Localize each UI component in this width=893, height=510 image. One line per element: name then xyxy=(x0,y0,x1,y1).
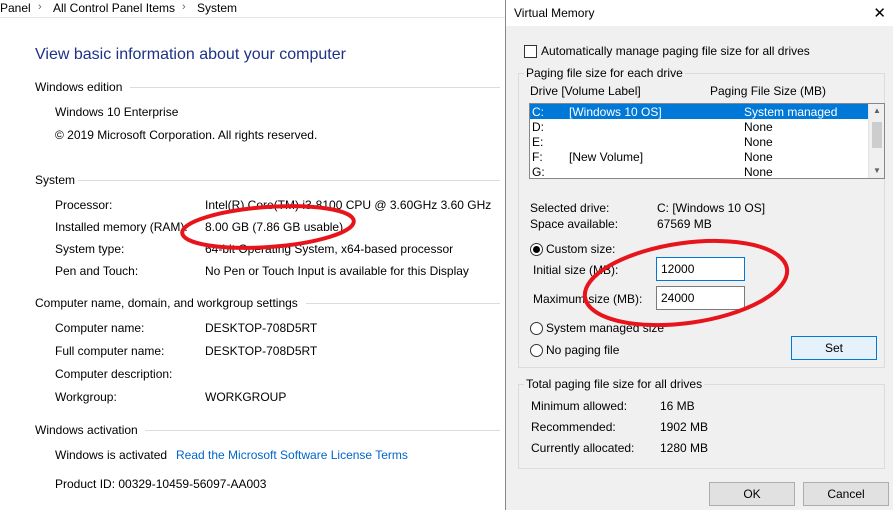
scroll-down-icon[interactable]: ▼ xyxy=(869,164,884,178)
installed-memory-value: 8.00 GB (7.86 GB usable) xyxy=(205,220,344,234)
drive-letter: E: xyxy=(532,135,544,149)
drive-paging-size: System managed xyxy=(744,105,838,119)
breadcrumb: Panel › All Control Panel Items › System xyxy=(0,0,506,18)
space-available-value: 67569 MB xyxy=(657,217,712,231)
activation-status: Windows is activated xyxy=(55,448,168,462)
drive-letter: D: xyxy=(532,120,544,134)
space-available-label: Space available: xyxy=(530,217,619,231)
dialog-title-bar: Virtual Memory ✕ xyxy=(506,0,893,26)
drive-list-scrollbar[interactable]: ▲ ▼ xyxy=(868,104,884,178)
workgroup-label: Workgroup: xyxy=(55,390,117,404)
computer-name-value: DESKTOP-708D5RT xyxy=(205,321,318,335)
full-computer-name-label: Full computer name: xyxy=(55,344,165,358)
drive-list[interactable]: C: [Windows 10 OS] System managed D: Non… xyxy=(529,103,885,179)
drive-row-e[interactable]: E: None xyxy=(530,134,869,149)
custom-size-label[interactable]: Custom size: xyxy=(546,242,615,256)
drive-paging-size: None xyxy=(744,165,773,179)
size-column-header: Paging File Size (MB) xyxy=(710,84,827,98)
workgroup-value: WORKGROUP xyxy=(205,390,287,404)
drive-row-f[interactable]: F: [New Volume] None xyxy=(530,149,869,164)
section-divider xyxy=(130,87,500,88)
drive-volume-label: [New Volume] xyxy=(569,150,644,164)
scroll-up-icon[interactable]: ▲ xyxy=(869,104,884,118)
drive-row-g[interactable]: G: None xyxy=(530,164,869,179)
system-header: System xyxy=(35,173,76,187)
minimum-allowed-value: 16 MB xyxy=(660,399,695,413)
dialog-title: Virtual Memory xyxy=(514,6,595,20)
drive-volume-label: [Windows 10 OS] xyxy=(569,105,662,119)
maximum-size-input[interactable]: 24000 xyxy=(656,286,745,310)
computer-name-label: Computer name: xyxy=(55,321,145,335)
selected-drive-label: Selected drive: xyxy=(530,201,610,215)
no-paging-file-radio[interactable] xyxy=(530,344,543,357)
initial-size-input[interactable]: 12000 xyxy=(656,257,745,281)
drive-letter: G: xyxy=(532,165,545,179)
initial-size-label: Initial size (MB): xyxy=(533,263,619,277)
drive-row-d[interactable]: D: None xyxy=(530,119,869,134)
section-divider xyxy=(78,180,500,181)
drive-letter: F: xyxy=(532,150,543,164)
scrollbar-thumb[interactable] xyxy=(872,122,882,148)
drive-paging-size: None xyxy=(744,120,773,134)
auto-manage-checkbox[interactable] xyxy=(524,45,537,58)
ok-button[interactable]: OK xyxy=(709,482,795,506)
processor-value: Intel(R) Core(TM) i3-8100 CPU @ 3.60GHz … xyxy=(205,198,492,212)
breadcrumb-item-system[interactable]: System xyxy=(197,1,237,15)
system-type-value: 64-bit Operating System, x64-based proce… xyxy=(205,242,454,256)
pen-touch-value: No Pen or Touch Input is available for t… xyxy=(205,264,469,278)
system-managed-radio[interactable] xyxy=(530,322,543,335)
windows-edition-header: Windows edition xyxy=(35,80,123,94)
section-divider xyxy=(306,303,500,304)
system-window: Panel › All Control Panel Items › System… xyxy=(0,0,506,510)
windows-activation-header: Windows activation xyxy=(35,423,138,437)
drive-column-header: Drive [Volume Label] xyxy=(530,84,641,98)
no-paging-file-label[interactable]: No paging file xyxy=(546,343,619,357)
copyright-text: © 2019 Microsoft Corporation. All rights… xyxy=(55,128,318,142)
system-type-label: System type: xyxy=(55,242,125,256)
totals-group-title: Total paging file size for all drives xyxy=(524,377,705,391)
currently-allocated-label: Currently allocated: xyxy=(531,441,635,455)
currently-allocated-value: 1280 MB xyxy=(660,441,709,455)
recommended-label: Recommended: xyxy=(531,420,616,434)
selected-drive-value: C: [Windows 10 OS] xyxy=(657,201,766,215)
page-title: View basic information about your comput… xyxy=(35,46,346,63)
installed-memory-label: Installed memory (RAM): xyxy=(55,220,188,234)
auto-manage-label[interactable]: Automatically manage paging file size fo… xyxy=(541,44,810,58)
drive-letter: C: xyxy=(532,105,544,119)
cancel-button[interactable]: Cancel xyxy=(803,482,889,506)
breadcrumb-separator-icon: › xyxy=(182,1,186,13)
custom-size-radio[interactable] xyxy=(530,243,543,256)
recommended-value: 1902 MB xyxy=(660,420,709,434)
system-managed-label[interactable]: System managed size xyxy=(546,321,664,335)
drive-paging-size: None xyxy=(744,135,773,149)
paging-file-group-title: Paging file size for each drive xyxy=(524,66,685,80)
minimum-allowed-label: Minimum allowed: xyxy=(531,399,628,413)
breadcrumb-separator-icon: › xyxy=(38,1,42,13)
pen-touch-label: Pen and Touch: xyxy=(55,264,139,278)
set-button[interactable]: Set xyxy=(791,336,877,360)
breadcrumb-item-all-items[interactable]: All Control Panel Items xyxy=(53,1,175,15)
close-icon[interactable]: ✕ xyxy=(873,4,886,22)
edition-name: Windows 10 Enterprise xyxy=(55,105,179,119)
full-computer-name-value: DESKTOP-708D5RT xyxy=(205,344,318,358)
breadcrumb-item-panel[interactable]: Panel xyxy=(0,1,31,15)
computer-description-label: Computer description: xyxy=(55,367,173,381)
drive-paging-size: None xyxy=(744,150,773,164)
product-id: Product ID: 00329-10459-56097-AA003 xyxy=(55,477,267,491)
computer-name-header: Computer name, domain, and workgroup set… xyxy=(35,296,298,310)
processor-label: Processor: xyxy=(55,198,113,212)
license-terms-link[interactable]: Read the Microsoft Software License Term… xyxy=(176,448,408,462)
section-divider xyxy=(145,430,500,431)
maximum-size-label: Maximum size (MB): xyxy=(533,292,643,306)
drive-row-c[interactable]: C: [Windows 10 OS] System managed xyxy=(530,104,869,119)
